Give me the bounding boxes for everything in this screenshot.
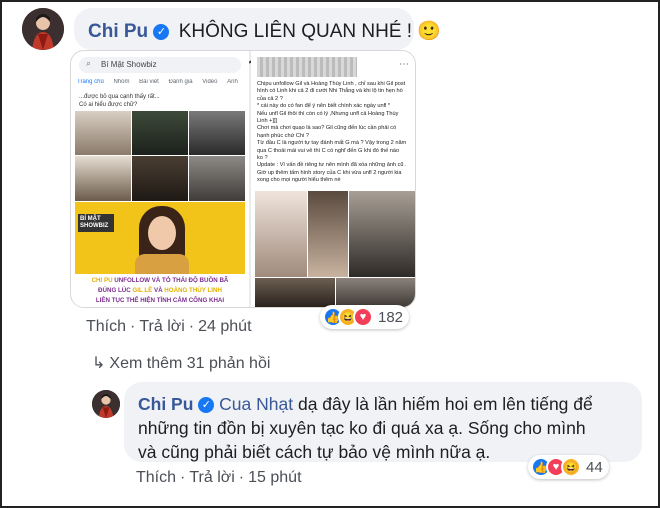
like-link[interactable]: Thích (136, 469, 176, 486)
reaction-count: 182 (378, 308, 404, 326)
like-link[interactable]: Thích (86, 318, 126, 335)
reaction-summary[interactable]: 👍 ♥ 😆 44 (528, 455, 609, 479)
view-more-label: Xem thêm 31 phản hồi (109, 355, 271, 372)
left-post-panel: ⌕ Bí Mật Showbiz ➦ Trang chủ Nhóm Bài vi… (71, 51, 257, 307)
comment-attachment-image[interactable]: ⌕ Bí Mật Showbiz ➦ Trang chủ Nhóm Bài vi… (70, 50, 416, 308)
author-name[interactable]: Chi Pu (88, 21, 148, 42)
separator: · (130, 318, 136, 335)
reply-text: những tin đồn bị xuyên tạc ko đi quá xa … (138, 418, 586, 438)
post-line: Nếu unfl Gil thôi thì còn có lý ,Nhưng u… (257, 110, 399, 117)
reply-text: dạ đây là lần hiếm hoi em lên tiếng để (293, 394, 593, 414)
view-more-replies[interactable]: ↳ Xem thêm 31 phản hồi (92, 353, 270, 373)
reply-link[interactable]: Trả lời (189, 469, 234, 486)
tab-groups: Nhóm (113, 79, 130, 85)
post-line: hình có Linh khi cả 2 đi cưới Nhi Thắng … (257, 88, 403, 95)
caption-line: LIÊN TỤC THỂ HIỆN TÌNH CẢM CÔNG KHAI (95, 297, 225, 304)
feature-photo: BÍ MẬT SHOWBIZ (75, 202, 245, 274)
more-options-icon: ⋯ (399, 59, 409, 70)
photo-thumbnail (349, 191, 415, 277)
photo-thumbnail (255, 278, 335, 307)
photo-thumbnail (189, 156, 245, 201)
comment-actions: Thích · Trả lời · 15 phút (136, 469, 302, 487)
post-line: Linh +]]] (257, 118, 278, 125)
reply-text: và cũng phải biết cách tự bảo vệ mình nữ… (138, 442, 491, 462)
tab-video: Video (202, 79, 218, 85)
love-reaction-icon: ♥ (353, 307, 373, 327)
photo-thumbnail (75, 156, 131, 201)
avatar[interactable] (92, 390, 120, 418)
reply-link[interactable]: Trả lời (139, 318, 184, 335)
tab-reviews: Đánh giá (168, 79, 193, 85)
post-line: qua C thoải mái vui vẻ thì C có nghĩ đến… (257, 147, 400, 154)
post-text-line: ...được bỏ qua cạnh thấy rất... (79, 94, 160, 100)
post-text-line: Có ai hiểu được chữ? (79, 102, 138, 108)
caption-highlight: GIL LÊ (132, 287, 153, 294)
page-logo: BÍ MẬT SHOWBIZ (78, 214, 114, 232)
photo-grid (75, 111, 245, 201)
post-text: ...được bỏ qua cạnh thấy rất... Có ai hi… (79, 93, 160, 109)
photo-thumbnail (132, 111, 188, 155)
verified-badge-icon: ✓ (198, 397, 215, 414)
person-figure (135, 206, 189, 274)
comment-text: KHÔNG LIÊN QUAN NHÉ ! 🙂 (178, 21, 441, 42)
photo-thumbnail (189, 111, 245, 155)
author-name[interactable]: Chi Pu (138, 394, 193, 414)
search-text: Bí Mật Showbiz (101, 60, 157, 69)
right-post-panel: ⋯ Chipu unfollow Gil và Hoàng Thùy Linh … (251, 51, 415, 307)
photo-thumbnail (308, 191, 348, 277)
caption-text: VÀ (152, 287, 165, 294)
timestamp[interactable]: 24 phút (198, 318, 251, 335)
post-line: Update : Vì vấn đề riêng tư nên mình đã … (257, 162, 407, 169)
photo-thumbnail (132, 156, 188, 201)
post-line: * cái này do có fan để ý nên biết chính … (257, 103, 391, 110)
photo-thumbnail (75, 111, 131, 155)
mention-link[interactable]: Cua Nhạt (219, 394, 293, 414)
avatar[interactable] (22, 8, 64, 50)
reply-line: Chi Pu ✓ Cua Nhạt dạ đây là lần hiếm hoi… (138, 392, 593, 416)
photo-thumbnail (255, 191, 307, 277)
caption-highlight: CHI PU (91, 277, 113, 284)
caption-highlight: HOÀNG THÙY LINH (164, 287, 222, 294)
comment-actions: Thích · Trả lời · 24 phút (86, 318, 252, 336)
reaction-summary[interactable]: 👍 😆 ♥ 182 (320, 305, 410, 329)
post-line: hạnh phúc chứ Chi ? (257, 132, 309, 139)
search-icon: ⌕ (86, 58, 92, 68)
page-tabs: Trang chủ Nhóm Bài viết Đánh giá Video Ả… (77, 79, 249, 93)
caption-line: ĐÚNG LÚC GIL LÊ VÀ HOÀNG THÙY LINH (75, 286, 245, 296)
separator: · (238, 469, 245, 486)
post-body: Chipu unfollow Gil và Hoàng Thùy Linh , … (257, 81, 415, 185)
caption-text: ĐÚNG LÚC (98, 287, 133, 294)
comment-bubble: Chi Pu ✓ KHÔNG LIÊN QUAN NHÉ ! 🙂 (74, 8, 441, 50)
caption-banner: CHI PU UNFOLLOW VÀ TỎ THÁI ĐỘ BUỒN BÃ ĐÚ… (75, 274, 245, 307)
post-line: Chơi mà chơi quạo là sao? Gil cũng đến l… (257, 125, 397, 132)
separator: · (188, 318, 195, 335)
story-photos (255, 191, 415, 307)
haha-reaction-icon: 😆 (561, 457, 581, 477)
caption-line: CHI PU UNFOLLOW VÀ TỎ THÁI ĐỘ BUỒN BÃ (75, 276, 245, 286)
verified-badge-icon: ✓ (153, 23, 170, 40)
blurred-header (257, 57, 357, 77)
tab-home: Trang chủ (77, 79, 104, 85)
reaction-count: 44 (586, 458, 603, 476)
search-bar: ⌕ Bí Mật Showbiz ➦ (79, 57, 257, 73)
post-line: xong cho mọi người hiểu thêm nè (257, 177, 341, 184)
post-line: Từ đầu C là người tự tay đánh mất G mà ?… (257, 140, 407, 147)
timestamp[interactable]: 15 phút (248, 469, 301, 486)
tab-photos: Ảnh (227, 79, 238, 85)
reply-arrow-icon: ↳ (92, 355, 106, 372)
tab-posts: Bài viết (139, 79, 159, 85)
caption-text: UNFOLLOW VÀ TỎ THÁI ĐỘ BUỒN BÃ (112, 277, 229, 284)
post-line: ko ? (257, 155, 268, 162)
reply-bubble: Chi Pu ✓ Cua Nhạt dạ đây là lần hiếm hoi… (124, 382, 642, 462)
photo-thumbnail (336, 278, 415, 307)
separator: · (180, 469, 186, 486)
